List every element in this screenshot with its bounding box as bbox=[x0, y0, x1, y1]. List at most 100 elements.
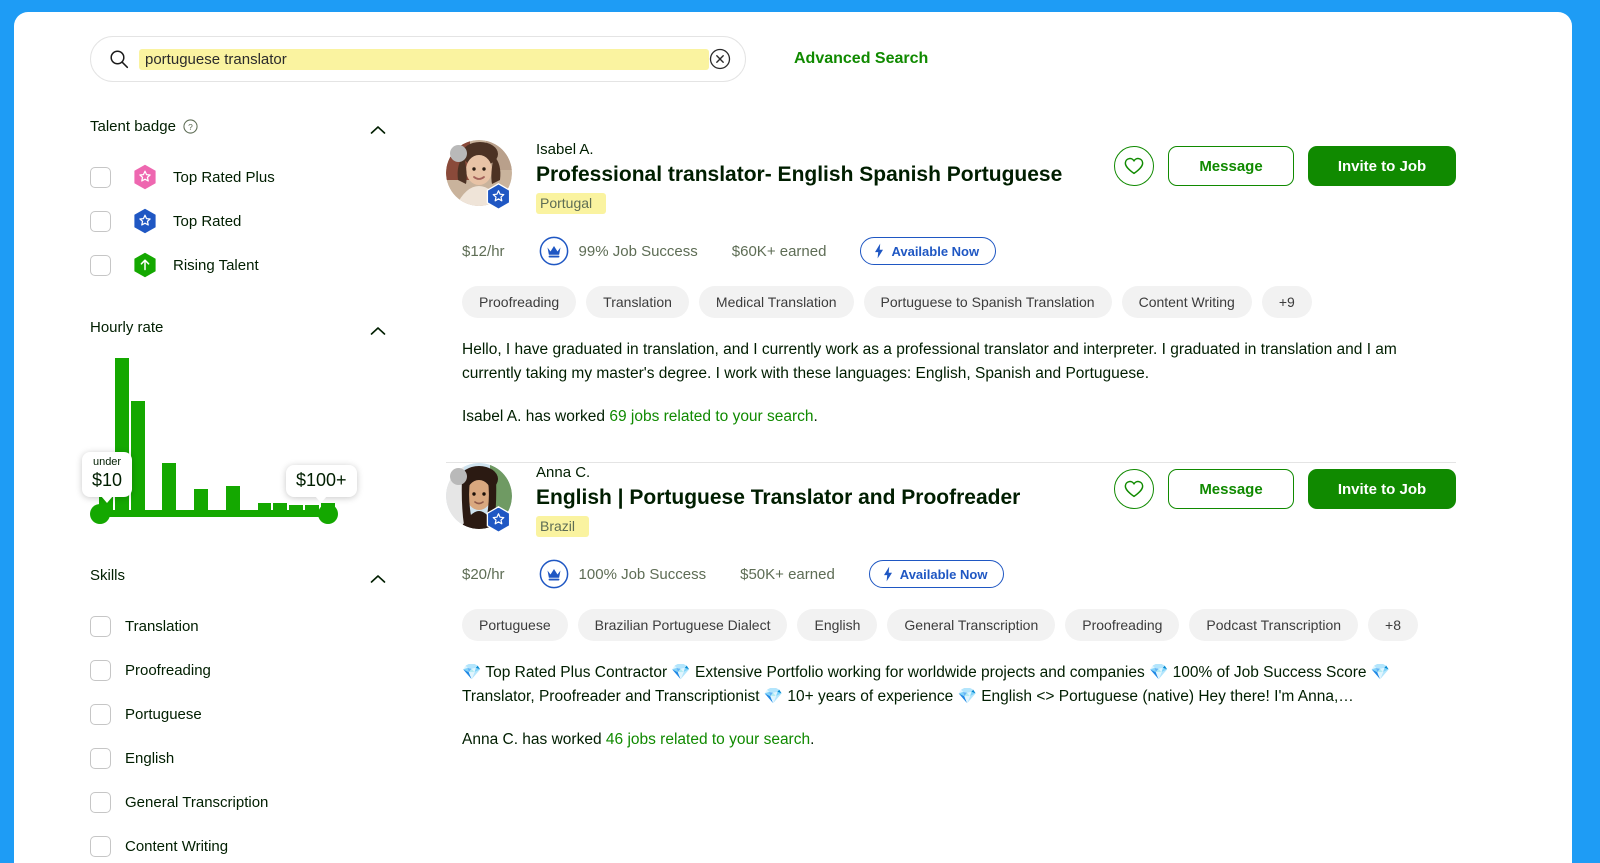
freelancer-title[interactable]: English | Portuguese Translator and Proo… bbox=[536, 484, 1114, 512]
hourly-rate-header[interactable]: Hourly rate bbox=[90, 313, 410, 342]
browser-viewport: portuguese translator Advanced Search Ta… bbox=[0, 0, 1600, 863]
available-now-label: Available Now bbox=[899, 566, 988, 582]
skill-tag[interactable]: Proofreading bbox=[462, 286, 577, 318]
skill-tag[interactable]: Podcast Transcription bbox=[1189, 609, 1359, 641]
avatar[interactable] bbox=[446, 140, 512, 210]
search-query-text[interactable]: portuguese translator bbox=[139, 48, 709, 70]
histogram-bar bbox=[194, 488, 209, 510]
stats-row: $20/hr 100% Job Success $50K+ earned Availa… bbox=[462, 559, 1456, 589]
skill-tag[interactable]: General Transcription bbox=[887, 609, 1056, 641]
rate-min-prefix: under bbox=[92, 456, 122, 468]
skill-tag[interactable]: Content Writing bbox=[1121, 286, 1252, 318]
histogram-bar bbox=[162, 462, 177, 510]
search-input[interactable]: portuguese translator bbox=[90, 36, 746, 82]
filter-option-skill[interactable]: Proofreading bbox=[90, 648, 410, 692]
filters-sidebar: Talent badge ? Top Rated Plus Top Rated … bbox=[82, 112, 410, 863]
filter-option-skill[interactable]: Content Writing bbox=[90, 824, 410, 863]
jobs-related-line: Anna C. has worked 46 jobs related to yo… bbox=[462, 731, 1456, 749]
freelancer-location: Brazil bbox=[536, 516, 590, 537]
talent-badge-header[interactable]: Talent badge ? bbox=[90, 112, 410, 141]
more-tags-tag[interactable]: +9 bbox=[1261, 286, 1312, 318]
crown-icon bbox=[539, 236, 569, 266]
available-now-label: Available Now bbox=[891, 243, 980, 259]
clear-search-icon[interactable] bbox=[709, 48, 731, 70]
filter-label-skill: General Transcription bbox=[125, 793, 269, 811]
jobs-related-link[interactable]: 46 jobs related to your search bbox=[606, 731, 810, 748]
filter-option-rising-talent[interactable]: Rising Talent bbox=[90, 243, 410, 287]
skills-header[interactable]: Skills bbox=[90, 561, 410, 590]
checkbox-rising-talent[interactable] bbox=[90, 254, 111, 276]
job-success-value: 99% Job Success bbox=[578, 242, 698, 260]
filter-option-skill[interactable]: General Transcription bbox=[90, 780, 410, 824]
checkbox-top-rated-plus[interactable] bbox=[90, 166, 111, 188]
filter-label-skill: Translation bbox=[125, 617, 199, 635]
online-status-dot bbox=[450, 145, 467, 162]
rate-slider-max-handle[interactable] bbox=[318, 503, 338, 524]
rate-max-value: $100+ bbox=[296, 470, 347, 490]
checkbox-skill[interactable] bbox=[90, 835, 111, 857]
filter-option-skill[interactable]: Translation bbox=[90, 604, 410, 648]
invite-to-job-button[interactable]: Invite to Job bbox=[1308, 469, 1456, 509]
filter-group-talent-badge: Talent badge ? Top Rated Plus Top Rated … bbox=[90, 112, 410, 287]
filter-option-top-rated[interactable]: Top Rated bbox=[90, 199, 410, 243]
skill-tag[interactable]: Brazilian Portuguese Dialect bbox=[577, 609, 788, 641]
chevron-up-icon[interactable] bbox=[370, 571, 386, 583]
skill-tag[interactable]: Portuguese bbox=[462, 609, 568, 641]
talent-badge-title-wrap: Talent badge ? bbox=[90, 118, 198, 135]
freelancer-name[interactable]: Anna C. bbox=[536, 463, 1114, 483]
message-button[interactable]: Message bbox=[1168, 469, 1294, 509]
jobs-related-suffix: . bbox=[813, 408, 818, 425]
checkbox-top-rated[interactable] bbox=[90, 210, 111, 232]
filter-label-skill: Portuguese bbox=[125, 705, 202, 723]
message-button[interactable]: Message bbox=[1168, 146, 1294, 186]
filter-label-skill: Proofreading bbox=[125, 661, 211, 679]
rate-slider-track[interactable] bbox=[98, 510, 336, 517]
checkbox-skill[interactable] bbox=[90, 703, 111, 725]
histogram-bar bbox=[257, 502, 272, 510]
freelancer-name[interactable]: Isabel A. bbox=[536, 140, 1114, 160]
filter-option-skill[interactable]: Portuguese bbox=[90, 692, 410, 736]
checkbox-skill[interactable] bbox=[90, 791, 111, 813]
skill-tag[interactable]: Translation bbox=[586, 286, 689, 318]
rate-max-tooltip: $100+ bbox=[286, 465, 357, 503]
filter-group-skills: Skills Translation Proofreading Portuguese… bbox=[90, 561, 410, 863]
filter-label-top-rated-plus: Top Rated Plus bbox=[173, 168, 275, 186]
hourly-rate-histogram: under $10 $100+ bbox=[82, 358, 357, 535]
jobs-related-line: Isabel A. has worked 69 jobs related to … bbox=[462, 408, 1456, 426]
checkbox-skill[interactable] bbox=[90, 747, 111, 769]
filter-group-hourly-rate: Hourly rate under $10 $100+ bbox=[82, 313, 410, 535]
more-tags-tag[interactable]: +8 bbox=[1368, 609, 1419, 641]
job-success-value: 100% Job Success bbox=[578, 565, 707, 583]
chevron-up-icon[interactable] bbox=[370, 122, 386, 134]
hourly-rate-value: $12/hr bbox=[462, 242, 505, 260]
stats-row: $12/hr 99% Job Success $60K+ earned Availab… bbox=[462, 236, 1456, 266]
avatar[interactable] bbox=[446, 463, 512, 533]
invite-to-job-button[interactable]: Invite to Job bbox=[1308, 146, 1456, 186]
skill-tag[interactable]: Medical Translation bbox=[698, 286, 854, 318]
freelancer-title[interactable]: Professional translator- English Spanish… bbox=[536, 161, 1114, 189]
heart-icon[interactable] bbox=[1114, 469, 1154, 509]
checkbox-skill[interactable] bbox=[90, 659, 111, 681]
chevron-up-icon[interactable] bbox=[370, 323, 386, 335]
top-rated-plus-badge-icon bbox=[133, 164, 157, 190]
checkbox-skill[interactable] bbox=[90, 615, 111, 637]
available-now-badge: Available Now bbox=[868, 560, 1005, 588]
heart-icon[interactable] bbox=[1114, 146, 1154, 186]
jobs-related-suffix: . bbox=[810, 731, 815, 748]
filter-option-skill[interactable]: English bbox=[90, 736, 410, 780]
skill-tag[interactable]: English bbox=[797, 609, 878, 641]
question-mark-icon[interactable]: ? bbox=[183, 119, 198, 134]
lightning-bolt-icon bbox=[873, 243, 885, 259]
advanced-search-link[interactable]: Advanced Search bbox=[794, 50, 928, 68]
skill-tag[interactable]: Portuguese to Spanish Translation bbox=[863, 286, 1112, 318]
skill-tags: Proofreading Translation Medical Translati… bbox=[462, 286, 1456, 318]
top-rated-badge-icon bbox=[486, 183, 511, 210]
jobs-related-link[interactable]: 69 jobs related to your search bbox=[609, 408, 813, 425]
filter-label-skill: Content Writing bbox=[125, 837, 229, 855]
jobs-related-prefix: Isabel A. has worked bbox=[462, 408, 610, 425]
rate-slider-min-handle[interactable] bbox=[90, 503, 110, 524]
skill-tag[interactable]: Proofreading bbox=[1065, 609, 1180, 641]
hourly-rate-title: Hourly rate bbox=[90, 319, 164, 336]
filter-option-top-rated-plus[interactable]: Top Rated Plus bbox=[90, 155, 410, 199]
search-icon bbox=[109, 49, 129, 69]
